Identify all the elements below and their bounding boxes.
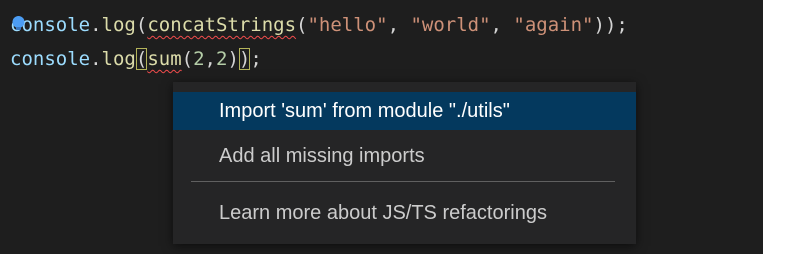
token-number: 2 (193, 48, 205, 70)
token-paren: ( (135, 14, 148, 36)
token-string-world: "world" (410, 14, 491, 36)
menu-separator (191, 181, 615, 182)
menu-item-learn-more[interactable]: Learn more about JS/TS refactorings (173, 194, 636, 232)
token-dot: . (90, 48, 102, 70)
token-close: )); (593, 14, 628, 36)
code-line-1[interactable]: console.log(concatStrings("hello", "worl… (10, 12, 628, 38)
token-number: 2 (216, 48, 228, 70)
token-paren: ( (181, 48, 194, 70)
lightbulb-icon[interactable] (10, 15, 27, 32)
token-log: log (101, 14, 136, 36)
token-paren-matched: ) (238, 48, 251, 70)
token-comma: , (204, 48, 216, 70)
token-dot: . (90, 14, 102, 36)
token-semicolon: ; (250, 48, 262, 70)
code-line-2[interactable]: console.log(sum(2,2)); (10, 46, 262, 72)
token-comma: , (490, 14, 514, 36)
token-comma: , (387, 14, 411, 36)
menu-item-import-sum[interactable]: Import 'sum' from module "./utils" (173, 92, 636, 130)
token-concatstrings: concatStrings (147, 14, 297, 36)
token-string-again: "again" (513, 14, 594, 36)
token-paren: ) (227, 48, 239, 70)
token-log: log (101, 48, 136, 70)
token-console: console (10, 48, 91, 70)
token-sum: sum (147, 48, 182, 70)
token-string-hello: "hello" (307, 14, 388, 36)
menu-item-add-missing-imports[interactable]: Add all missing imports (173, 137, 636, 175)
token-paren: ( (296, 14, 308, 36)
quick-fix-menu: Import 'sum' from module "./utils" Add a… (173, 82, 636, 244)
token-paren-matched: ( (135, 48, 148, 70)
code-editor[interactable]: console.log(concatStrings("hello", "worl… (0, 0, 763, 254)
